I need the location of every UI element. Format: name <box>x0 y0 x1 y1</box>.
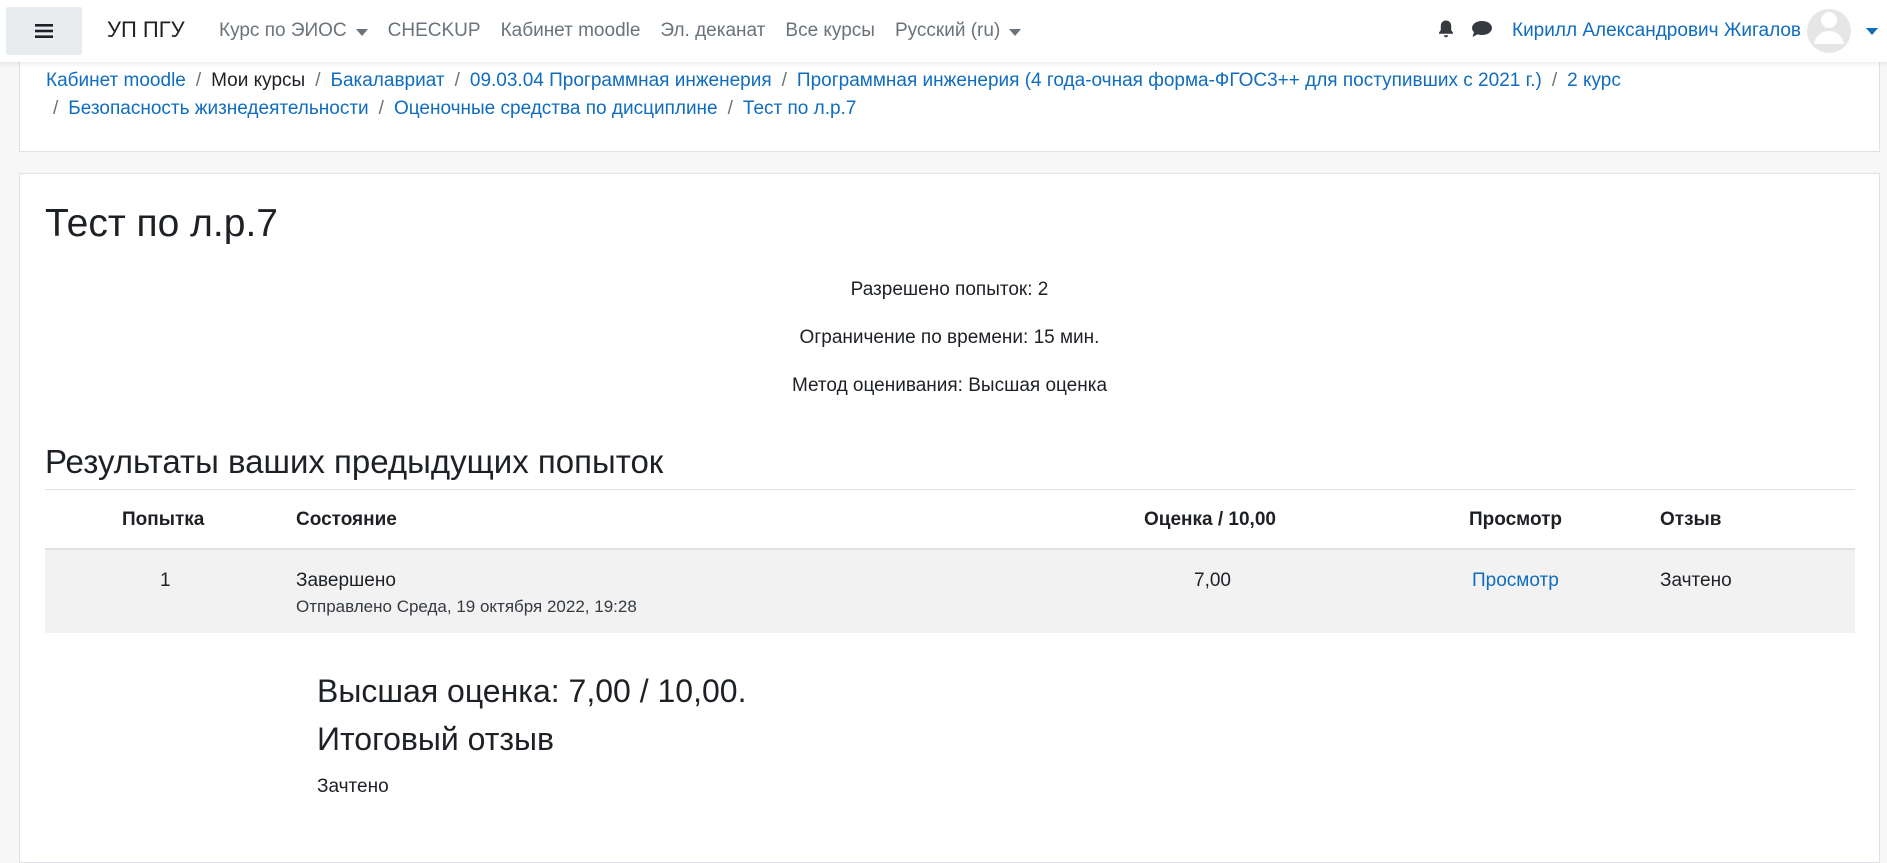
column-header-state: Состояние <box>296 509 397 530</box>
breadcrumb-item-study-form[interactable]: Программная инженерия (4 года-очная форм… <box>797 70 1542 91</box>
breadcrumb-separator: / <box>378 98 384 119</box>
menu-item-label: Кабинет moodle <box>500 20 641 41</box>
user-navigation: Кирилл Александрович Жигалов <box>1432 8 1852 54</box>
breadcrumb-item-bachelor[interactable]: Бакалавриат <box>330 70 444 91</box>
caret-down-icon <box>1009 28 1022 36</box>
avatar[interactable] <box>1807 9 1852 53</box>
column-header-feedback: Отзыв <box>1660 509 1722 530</box>
quiz-attempts-allowed: Разрешено попыток: 2 <box>850 279 1049 300</box>
review-attempt-link[interactable]: Просмотр <box>1472 570 1559 592</box>
menu-item-label: Все курсы <box>785 20 875 41</box>
highest-grade: Высшая оценка: 7,00 / 10,00. <box>317 673 747 709</box>
results-heading: Результаты ваших предыдущих попыток <box>45 443 664 480</box>
breadcrumb-item-year[interactable]: 2 курс <box>1567 70 1621 91</box>
column-header-grade: Оценка / 10,00 <box>1144 509 1276 530</box>
messages-button[interactable] <box>1468 17 1496 45</box>
breadcrumb-separator: / <box>195 70 202 91</box>
drawer-toggle-button[interactable] <box>6 7 82 55</box>
site-brand[interactable]: УП ПГУ <box>107 17 185 43</box>
breadcrumb-separator: / <box>315 70 321 91</box>
menu-item-label: Курс по ЭИОС <box>219 20 347 41</box>
overall-feedback-heading: Итоговый отзыв <box>317 721 555 757</box>
menu-item-e-deanery[interactable]: Эл. деканат <box>660 20 765 42</box>
breadcrumb-separator: / <box>1551 70 1558 91</box>
attempt-grade: 7,00 <box>1194 570 1231 591</box>
breadcrumb: Кабинет moodle / Мои курсы / Бакалавриат / 09.… <box>46 67 1846 123</box>
column-header-review: Просмотр <box>1469 509 1563 530</box>
overall-feedback-text: Зачтено <box>317 776 389 797</box>
user-menu-name[interactable]: Кирилл Александрович Жигалов <box>1512 20 1801 42</box>
breadcrumb-item-my-courses: Мои курсы <box>211 70 306 91</box>
main-content: Тест по л.р.7 Разрешено попыток: 2 Огран… <box>19 173 1880 863</box>
primary-menu: Курс по ЭИОС CHECKUP Кабинет moodle Эл. … <box>219 20 1041 42</box>
breadcrumb-separator: / <box>53 98 59 119</box>
attempt-number: 1 <box>160 570 171 591</box>
menu-item-label: CHECKUP <box>387 20 481 41</box>
caret-down-icon <box>355 28 368 36</box>
page-header: Кабинет moodle / Мои курсы / Бакалавриат / 09.… <box>19 52 1880 152</box>
notifications-button[interactable] <box>1432 17 1460 45</box>
chat-icon <box>1471 20 1493 43</box>
breadcrumb-item-assessment[interactable]: Оценочные средства по дисциплине <box>394 98 718 119</box>
menu-icon <box>35 23 53 39</box>
page-title: Тест по л.р.7 <box>45 202 278 245</box>
menu-item-checkup[interactable]: CHECKUP <box>388 20 481 42</box>
language-menu[interactable]: Русский (ru) <box>894 20 1022 42</box>
column-header-attempt: Попытка <box>122 509 205 530</box>
attempt-state: Завершено <box>296 570 396 591</box>
attempt-feedback: Зачтено <box>1660 570 1732 591</box>
bell-icon <box>1437 19 1455 44</box>
quiz-time-limit: Ограничение по времени: 15 мин. <box>799 327 1100 348</box>
breadcrumb-separator: / <box>781 70 787 91</box>
breadcrumb-separator: / <box>727 98 733 119</box>
breadcrumb-item-quiz[interactable]: Тест по л.р.7 <box>743 98 857 119</box>
menu-item-label: Русский (ru) <box>894 20 1001 41</box>
breadcrumb-item-program[interactable]: 09.03.04 Программная инженерия <box>470 70 772 91</box>
menu-item-label: Эл. деканат <box>660 20 766 41</box>
attempt-submitted-time: Отправлено Среда, 19 октября 2022, 19:28 <box>296 597 637 616</box>
breadcrumb-separator: / <box>454 70 460 91</box>
breadcrumb-item-moodle-cabinet[interactable]: Кабинет moodle <box>46 70 186 91</box>
avatar-icon <box>1807 9 1851 53</box>
menu-item-course-eios[interactable]: Курс по ЭИОС <box>219 20 368 42</box>
user-menu-caret-icon[interactable] <box>1866 28 1878 35</box>
quiz-grading-method: Метод оценивания: Высшая оценка <box>791 375 1108 396</box>
top-navbar: УП ПГУ Курс по ЭИОС CHECKUP Кабинет mood… <box>0 0 1887 62</box>
menu-item-all-courses[interactable]: Все курсы <box>785 20 875 42</box>
menu-item-moodle-cabinet[interactable]: Кабинет moodle <box>501 20 641 42</box>
breadcrumb-item-course[interactable]: Безопасность жизнедеятельности <box>68 98 368 119</box>
table-top-divider <box>45 489 1855 490</box>
